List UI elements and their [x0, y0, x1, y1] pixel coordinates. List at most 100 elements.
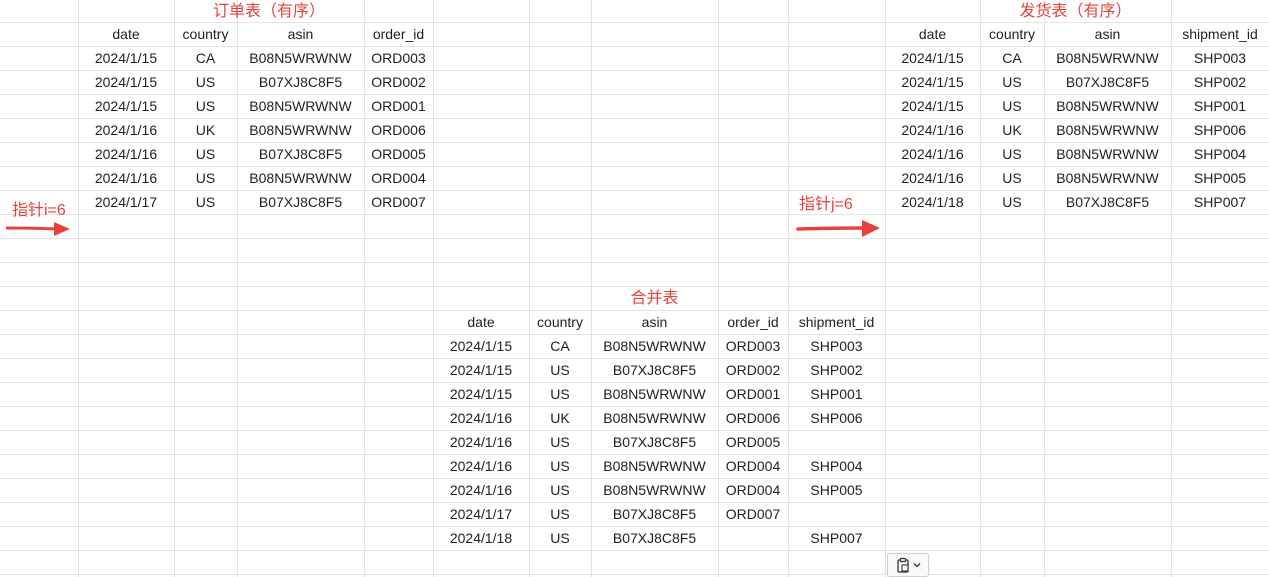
shipments-cell[interactable]: US [980, 190, 1044, 214]
merged-header-asin[interactable]: asin [591, 310, 718, 334]
orders-cell[interactable]: US [174, 94, 237, 118]
orders-cell[interactable]: ORD002 [364, 70, 433, 94]
merged-cell[interactable]: B08N5WRWNW [591, 406, 718, 430]
shipments-cell[interactable]: SHP005 [1171, 166, 1269, 190]
shipments-cell[interactable]: B07XJ8C8F5 [1044, 70, 1171, 94]
orders-cell[interactable]: CA [174, 46, 237, 70]
orders-cell[interactable]: UK [174, 118, 237, 142]
merged-cell[interactable]: 2024/1/15 [433, 334, 529, 358]
merged-cell[interactable]: B07XJ8C8F5 [591, 358, 718, 382]
orders-cell[interactable]: B07XJ8C8F5 [237, 142, 364, 166]
merged-cell[interactable]: US [529, 526, 591, 550]
shipments-header-asin[interactable]: asin [1044, 22, 1171, 46]
merged-cell[interactable]: ORD001 [718, 382, 788, 406]
orders-cell[interactable]: B07XJ8C8F5 [237, 190, 364, 214]
shipments-cell[interactable]: UK [980, 118, 1044, 142]
orders-cell[interactable]: 2024/1/16 [78, 142, 174, 166]
orders-cell[interactable]: ORD006 [364, 118, 433, 142]
merged-header-date[interactable]: date [433, 310, 529, 334]
shipments-header-shipment_id[interactable]: shipment_id [1171, 22, 1269, 46]
orders-cell[interactable]: US [174, 70, 237, 94]
merged-cell[interactable]: ORD003 [718, 334, 788, 358]
shipments-cell[interactable]: CA [980, 46, 1044, 70]
merged-cell[interactable]: SHP005 [788, 478, 885, 502]
merged-cell[interactable]: US [529, 430, 591, 454]
merged-cell[interactable]: CA [529, 334, 591, 358]
orders-cell[interactable]: 2024/1/15 [78, 70, 174, 94]
orders-cell[interactable]: US [174, 142, 237, 166]
orders-cell[interactable]: ORD001 [364, 94, 433, 118]
shipments-cell[interactable]: B08N5WRWNW [1044, 166, 1171, 190]
merged-cell[interactable]: SHP002 [788, 358, 885, 382]
shipments-cell[interactable]: US [980, 142, 1044, 166]
shipments-cell[interactable]: B07XJ8C8F5 [1044, 190, 1171, 214]
merged-cell[interactable]: 2024/1/16 [433, 454, 529, 478]
merged-header-shipment_id[interactable]: shipment_id [788, 310, 885, 334]
orders-header-asin[interactable]: asin [237, 22, 364, 46]
shipments-cell[interactable]: B08N5WRWNW [1044, 118, 1171, 142]
orders-header-country[interactable]: country [174, 22, 237, 46]
shipments-cell[interactable]: 2024/1/18 [885, 190, 980, 214]
orders-cell[interactable]: ORD005 [364, 142, 433, 166]
shipments-cell[interactable]: B08N5WRWNW [1044, 46, 1171, 70]
merged-cell[interactable]: ORD004 [718, 454, 788, 478]
orders-cell[interactable]: 2024/1/17 [78, 190, 174, 214]
paste-options-button[interactable] [887, 553, 929, 577]
merged-header-country[interactable]: country [529, 310, 591, 334]
orders-cell[interactable]: 2024/1/16 [78, 166, 174, 190]
shipments-cell[interactable]: SHP004 [1171, 142, 1269, 166]
orders-cell[interactable]: 2024/1/15 [78, 46, 174, 70]
merged-cell[interactable]: ORD007 [718, 502, 788, 526]
merged-cell[interactable]: 2024/1/15 [433, 358, 529, 382]
merged-cell[interactable]: 2024/1/16 [433, 430, 529, 454]
merged-cell[interactable]: ORD002 [718, 358, 788, 382]
shipments-cell[interactable]: SHP002 [1171, 70, 1269, 94]
shipments-cell[interactable]: SHP007 [1171, 190, 1269, 214]
merged-cell[interactable]: ORD006 [718, 406, 788, 430]
shipments-cell[interactable]: B08N5WRWNW [1044, 142, 1171, 166]
merged-cell[interactable]: 2024/1/15 [433, 382, 529, 406]
orders-header-date[interactable]: date [78, 22, 174, 46]
shipments-cell[interactable]: SHP003 [1171, 46, 1269, 70]
shipments-header-date[interactable]: date [885, 22, 980, 46]
merged-cell[interactable]: B07XJ8C8F5 [591, 430, 718, 454]
orders-header-order_id[interactable]: order_id [364, 22, 433, 46]
orders-cell[interactable]: 2024/1/15 [78, 94, 174, 118]
orders-cell[interactable]: B08N5WRWNW [237, 94, 364, 118]
merged-cell[interactable]: US [529, 502, 591, 526]
merged-cell[interactable]: B08N5WRWNW [591, 478, 718, 502]
merged-cell[interactable]: SHP007 [788, 526, 885, 550]
merged-cell[interactable]: UK [529, 406, 591, 430]
merged-cell[interactable]: SHP003 [788, 334, 885, 358]
shipments-cell[interactable]: US [980, 94, 1044, 118]
merged-cell[interactable]: 2024/1/17 [433, 502, 529, 526]
merged-cell[interactable]: US [529, 478, 591, 502]
shipments-cell[interactable]: US [980, 166, 1044, 190]
shipments-header-country[interactable]: country [980, 22, 1044, 46]
orders-cell[interactable]: B08N5WRWNW [237, 46, 364, 70]
shipments-cell[interactable]: SHP001 [1171, 94, 1269, 118]
shipments-cell[interactable]: B08N5WRWNW [1044, 94, 1171, 118]
orders-cell[interactable]: B08N5WRWNW [237, 166, 364, 190]
merged-cell[interactable]: 2024/1/16 [433, 478, 529, 502]
orders-cell[interactable]: ORD003 [364, 46, 433, 70]
merged-cell[interactable]: SHP006 [788, 406, 885, 430]
shipments-cell[interactable]: US [980, 70, 1044, 94]
merged-cell[interactable]: 2024/1/16 [433, 406, 529, 430]
orders-cell[interactable]: US [174, 166, 237, 190]
merged-cell[interactable]: 2024/1/18 [433, 526, 529, 550]
orders-cell[interactable]: B07XJ8C8F5 [237, 70, 364, 94]
merged-cell[interactable] [788, 502, 885, 526]
shipments-cell[interactable]: 2024/1/16 [885, 118, 980, 142]
merged-header-order_id[interactable]: order_id [718, 310, 788, 334]
orders-cell[interactable]: B08N5WRWNW [237, 118, 364, 142]
merged-cell[interactable]: SHP001 [788, 382, 885, 406]
shipments-cell[interactable]: 2024/1/15 [885, 70, 980, 94]
orders-cell[interactable]: US [174, 190, 237, 214]
merged-cell[interactable]: SHP004 [788, 454, 885, 478]
merged-cell[interactable] [788, 430, 885, 454]
merged-cell[interactable]: B08N5WRWNW [591, 334, 718, 358]
shipments-cell[interactable]: 2024/1/15 [885, 46, 980, 70]
merged-cell[interactable]: B08N5WRWNW [591, 382, 718, 406]
shipments-cell[interactable]: 2024/1/16 [885, 166, 980, 190]
